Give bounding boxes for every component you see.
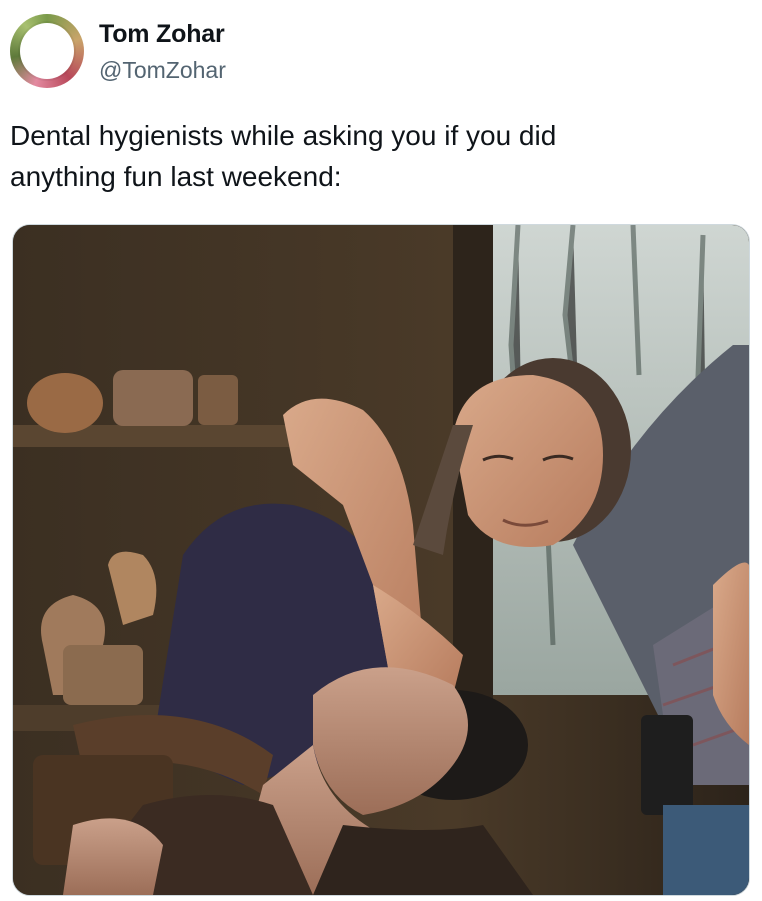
clay-jar bbox=[113, 370, 193, 426]
clay-cup bbox=[198, 375, 238, 425]
author-name[interactable]: Tom Zohar bbox=[99, 20, 225, 49]
tweet-text: Dental hygienists while asking you if yo… bbox=[10, 120, 557, 192]
tweet-card: Tom Zohar @TomZohar Dental hygienists wh… bbox=[0, 0, 762, 901]
author-avatar[interactable] bbox=[10, 14, 84, 88]
tweet-header: Tom Zohar @TomZohar bbox=[10, 12, 750, 92]
walkie-talkie bbox=[641, 715, 693, 815]
scene-illustration bbox=[13, 225, 749, 895]
clay-pot-lower bbox=[63, 645, 143, 705]
woman-face bbox=[453, 375, 603, 547]
jeans bbox=[663, 805, 749, 895]
avatar-photo-area bbox=[20, 23, 74, 79]
tweet-image[interactable] bbox=[12, 224, 750, 896]
clay-pot bbox=[27, 373, 103, 433]
author-handle[interactable]: @TomZohar bbox=[99, 57, 226, 84]
